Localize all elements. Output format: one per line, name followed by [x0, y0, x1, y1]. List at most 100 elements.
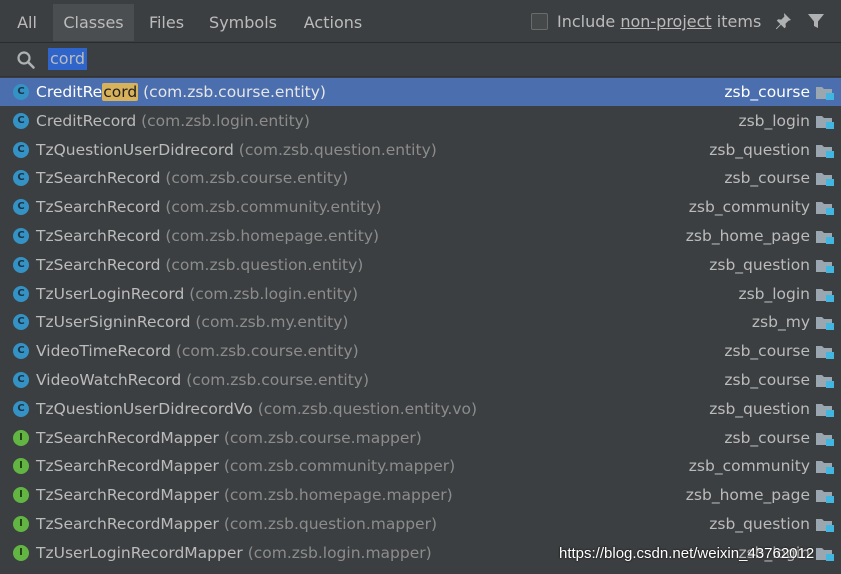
result-text: TzSearchRecord (com.zsb.community.entity… — [36, 193, 382, 221]
class-name: TzQuestionUserDidrecord — [36, 140, 234, 159]
class-name: TzUserLoginRecord — [36, 284, 185, 303]
interface-icon: I — [13, 516, 29, 532]
class-icon: C — [13, 228, 29, 244]
result-row[interactable]: I TzSearchRecordMapper (com.zsb.homepage.… — [0, 481, 841, 509]
result-text: TzUserSigninRecord (com.zsb.my.entity) — [36, 308, 348, 336]
package-name: (com.zsb.community.mapper) — [223, 457, 456, 476]
include-underlined: non-project — [620, 12, 712, 31]
result-row[interactable]: C TzSearchRecord (com.zsb.homepage.entity… — [0, 222, 841, 250]
result-row[interactable]: C VideoTimeRecord (com.zsb.course.entity)… — [0, 337, 841, 365]
result-text: TzUserLoginRecordMapper (com.zsb.login.m… — [36, 539, 432, 567]
include-non-project-label[interactable]: Include non-project items — [557, 12, 761, 32]
class-name: TzSearchRecordMapper — [36, 428, 219, 447]
class-name: TzSearchRecord — [36, 169, 161, 188]
class-icon: C — [13, 170, 29, 187]
result-row[interactable]: C TzUserLoginRecord (com.zsb.login.entity… — [0, 280, 841, 308]
tab-all[interactable]: All — [4, 4, 50, 41]
result-row[interactable]: I TzSearchRecordMapper (com.zsb.course.ma… — [0, 424, 841, 452]
module-name: zsb_home_page — [685, 227, 810, 245]
package-name: (com.zsb.login.mapper) — [247, 543, 432, 562]
package-name: (com.zsb.login.entity) — [189, 284, 359, 303]
module-name: zsb_home_page — [685, 486, 810, 505]
package-name: (com.zsb.course.entity) — [165, 169, 349, 188]
module-name: zsb_community — [688, 198, 810, 217]
module-folder-icon — [816, 144, 834, 158]
class-name: VideoWatchRecord — [36, 371, 182, 389]
class-icon: C — [13, 256, 29, 273]
class-icon: C — [13, 199, 29, 216]
results-list: C CreditRecord (com.zsb.course.entity) zsb… — [0, 78, 841, 574]
result-row[interactable]: C VideoWatchRecord (com.zsb.course.entity… — [0, 366, 841, 394]
module-name: zsb_course — [724, 371, 810, 389]
class-name: TzSearchRecordMapper — [36, 515, 219, 533]
include-non-project-checkbox[interactable] — [531, 13, 548, 30]
module-name: zsb_question — [709, 140, 810, 159]
class-icon: C — [13, 400, 29, 417]
module-folder-icon — [816, 461, 834, 475]
result-text: CreditRecord (com.zsb.course.entity) — [36, 78, 326, 106]
result-row[interactable]: C TzUserSigninRecord (com.zsb.my.entity) z… — [0, 308, 841, 336]
result-row[interactable]: C CreditRecord (com.zsb.login.entity) zsb_… — [0, 107, 841, 135]
tab-classes[interactable]: Classes — [53, 4, 134, 41]
package-name: (com.zsb.question.entity.vo) — [257, 399, 478, 418]
result-row[interactable]: C CreditRecord (com.zsb.course.entity) zsb… — [0, 78, 841, 106]
package-name: (com.zsb.course.mapper) — [223, 428, 422, 447]
class-name: TzSearchRecordMapper — [36, 486, 219, 505]
module-folder-icon — [816, 346, 834, 360]
module-folder-icon — [816, 317, 834, 331]
result-row[interactable]: C TzSearchRecord (com.zsb.question.entity… — [0, 251, 841, 279]
interface-icon: I — [13, 429, 29, 446]
package-name: (com.zsb.login.entity) — [141, 111, 310, 130]
module-folder-icon — [816, 231, 834, 244]
module-name: zsb_my — [751, 313, 810, 332]
pin-icon[interactable] — [773, 11, 793, 31]
module-name: zsb_course — [724, 83, 810, 101]
class-icon: C — [13, 112, 29, 129]
result-row[interactable]: C TzSearchRecord (com.zsb.community.entit… — [0, 193, 841, 221]
class-icon: C — [13, 141, 29, 158]
class-icon: C — [13, 285, 29, 302]
class-name: VideoTimeRecord — [36, 342, 171, 361]
include-prefix: Include — [557, 12, 621, 31]
module-folder-icon — [816, 375, 834, 388]
result-row[interactable]: C TzQuestionUserDidrecordVo (com.zsb.ques… — [0, 395, 841, 423]
package-name: (com.zsb.course.entity) — [186, 371, 370, 389]
package-name: (com.zsb.course.entity) — [143, 83, 326, 101]
result-text: TzSearchRecordMapper (com.zsb.course.map… — [36, 424, 422, 452]
result-row[interactable]: C TzSearchRecord (com.zsb.course.entity) z… — [0, 164, 841, 192]
result-text: VideoWatchRecord (com.zsb.course.entity) — [36, 366, 369, 394]
tab-files[interactable]: Files — [136, 4, 197, 41]
module-folder-icon — [816, 259, 834, 273]
module-name: zsb_login — [738, 111, 810, 130]
class-name: TzSearchRecord — [36, 255, 161, 274]
interface-icon: I — [13, 544, 29, 561]
result-row[interactable]: I TzSearchRecordMapper (com.zsb.community… — [0, 452, 841, 480]
module-folder-icon — [816, 202, 834, 216]
result-text: TzSearchRecordMapper (com.zsb.community.… — [36, 452, 455, 480]
result-text: TzSearchRecordMapper (com.zsb.question.m… — [36, 510, 437, 538]
class-name: TzSearchRecord — [36, 198, 161, 217]
module-folder-icon — [816, 173, 834, 187]
module-folder-icon — [816, 432, 834, 446]
module-name: zsb_course — [724, 428, 810, 447]
watermark: https://blog.csdn.net/weixin_43762012 — [559, 545, 815, 562]
tab-actions[interactable]: Actions — [290, 4, 376, 41]
tab-symbols[interactable]: Symbols — [198, 4, 288, 41]
result-text: TzUserLoginRecord (com.zsb.login.entity) — [36, 280, 358, 308]
module-folder-icon — [816, 519, 834, 532]
class-name: CreditRecord — [36, 111, 137, 130]
search-everywhere-popup: All Classes Files Symbols Actions Includ… — [0, 0, 841, 574]
package-name: (com.zsb.homepage.entity) — [165, 227, 380, 245]
package-name: (com.zsb.question.entity) — [238, 140, 437, 159]
package-name: (com.zsb.homepage.mapper) — [223, 486, 453, 505]
result-row[interactable]: I TzSearchRecordMapper (com.zsb.question.… — [0, 510, 841, 538]
match-highlight: cord — [102, 83, 139, 101]
class-name: TzUserSigninRecord — [36, 313, 191, 332]
class-icon: C — [13, 314, 29, 331]
result-row[interactable]: C TzQuestionUserDidrecord (com.zsb.questi… — [0, 136, 841, 164]
search-input[interactable]: cord — [48, 48, 88, 70]
filter-icon[interactable] — [807, 12, 825, 30]
module-folder-icon — [816, 403, 834, 417]
search-icon — [17, 51, 35, 69]
module-folder-icon — [816, 547, 834, 561]
